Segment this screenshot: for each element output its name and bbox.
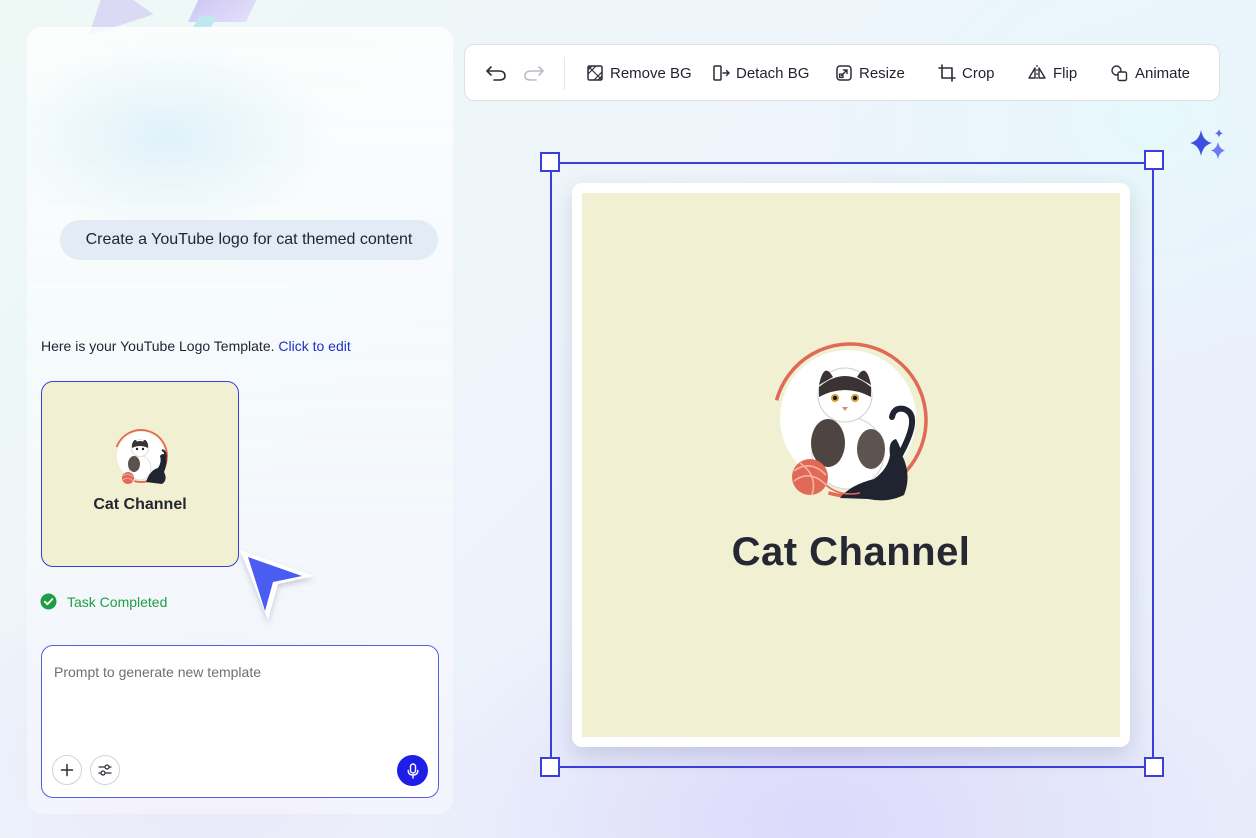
settings-button[interactable] <box>90 755 120 785</box>
prompt-input[interactable] <box>52 662 426 746</box>
resize-icon <box>836 65 852 81</box>
redo-icon <box>524 66 544 81</box>
microphone-button[interactable] <box>397 755 428 786</box>
flip-label: Flip <box>1053 64 1078 82</box>
redo-button[interactable] <box>522 61 546 85</box>
assistant-reply: Here is your YouTube Logo Template. Clic… <box>41 338 351 354</box>
plus-icon <box>60 763 74 777</box>
undo-icon <box>486 66 506 81</box>
template-thumbnail[interactable]: Cat Channel <box>41 381 239 567</box>
reply-text: Here is your YouTube Logo Template. <box>41 338 275 354</box>
selection-box[interactable] <box>550 162 1154 768</box>
resize-button[interactable]: Resize <box>835 61 905 85</box>
crop-icon <box>938 64 956 82</box>
flip-icon <box>1028 65 1046 81</box>
resize-handle-bottom-right[interactable] <box>1144 757 1164 777</box>
user-message-bubble: Create a YouTube logo for cat themed con… <box>60 220 438 260</box>
animate-label: Animate <box>1135 64 1191 82</box>
toolbar-divider <box>564 57 565 90</box>
pointer-cursor-icon <box>240 550 314 620</box>
microphone-icon <box>407 762 418 779</box>
crop-label: Crop <box>962 64 995 82</box>
remove-bg-label: Remove BG <box>610 64 692 82</box>
sparkle-icon[interactable] <box>1188 128 1232 168</box>
check-circle-icon <box>40 593 57 610</box>
animate-button[interactable]: Animate <box>1110 61 1190 85</box>
flip-button[interactable]: Flip <box>1027 61 1077 85</box>
sliders-icon <box>98 764 112 776</box>
crop-button[interactable]: Crop <box>938 61 995 85</box>
detach-bg-button[interactable]: Detach BG <box>712 61 809 85</box>
undo-button[interactable] <box>484 61 508 85</box>
detach-bg-label: Detach BG <box>736 64 810 82</box>
remove-bg-icon <box>587 65 603 81</box>
detach-bg-icon <box>713 65 730 81</box>
remove-bg-button[interactable]: Remove BG <box>586 61 692 85</box>
task-status-text: Task Completed <box>67 593 168 610</box>
task-status: Task Completed <box>40 593 167 610</box>
animate-icon <box>1111 65 1128 82</box>
resize-handle-top-left[interactable] <box>540 152 560 172</box>
resize-handle-top-right[interactable] <box>1144 150 1164 170</box>
resize-label: Resize <box>859 64 905 82</box>
prompt-composer <box>41 645 439 798</box>
edit-toolbar: Remove BG Detach BG Resize Crop Flip Ani… <box>464 44 1220 101</box>
click-to-edit-link[interactable]: Click to edit <box>278 338 350 354</box>
resize-handle-bottom-left[interactable] <box>540 757 560 777</box>
user-message-text: Create a YouTube logo for cat themed con… <box>85 231 413 248</box>
cat-logo-graphic <box>114 429 168 484</box>
add-button[interactable] <box>52 755 82 785</box>
thumbnail-title: Cat Channel <box>93 496 187 513</box>
